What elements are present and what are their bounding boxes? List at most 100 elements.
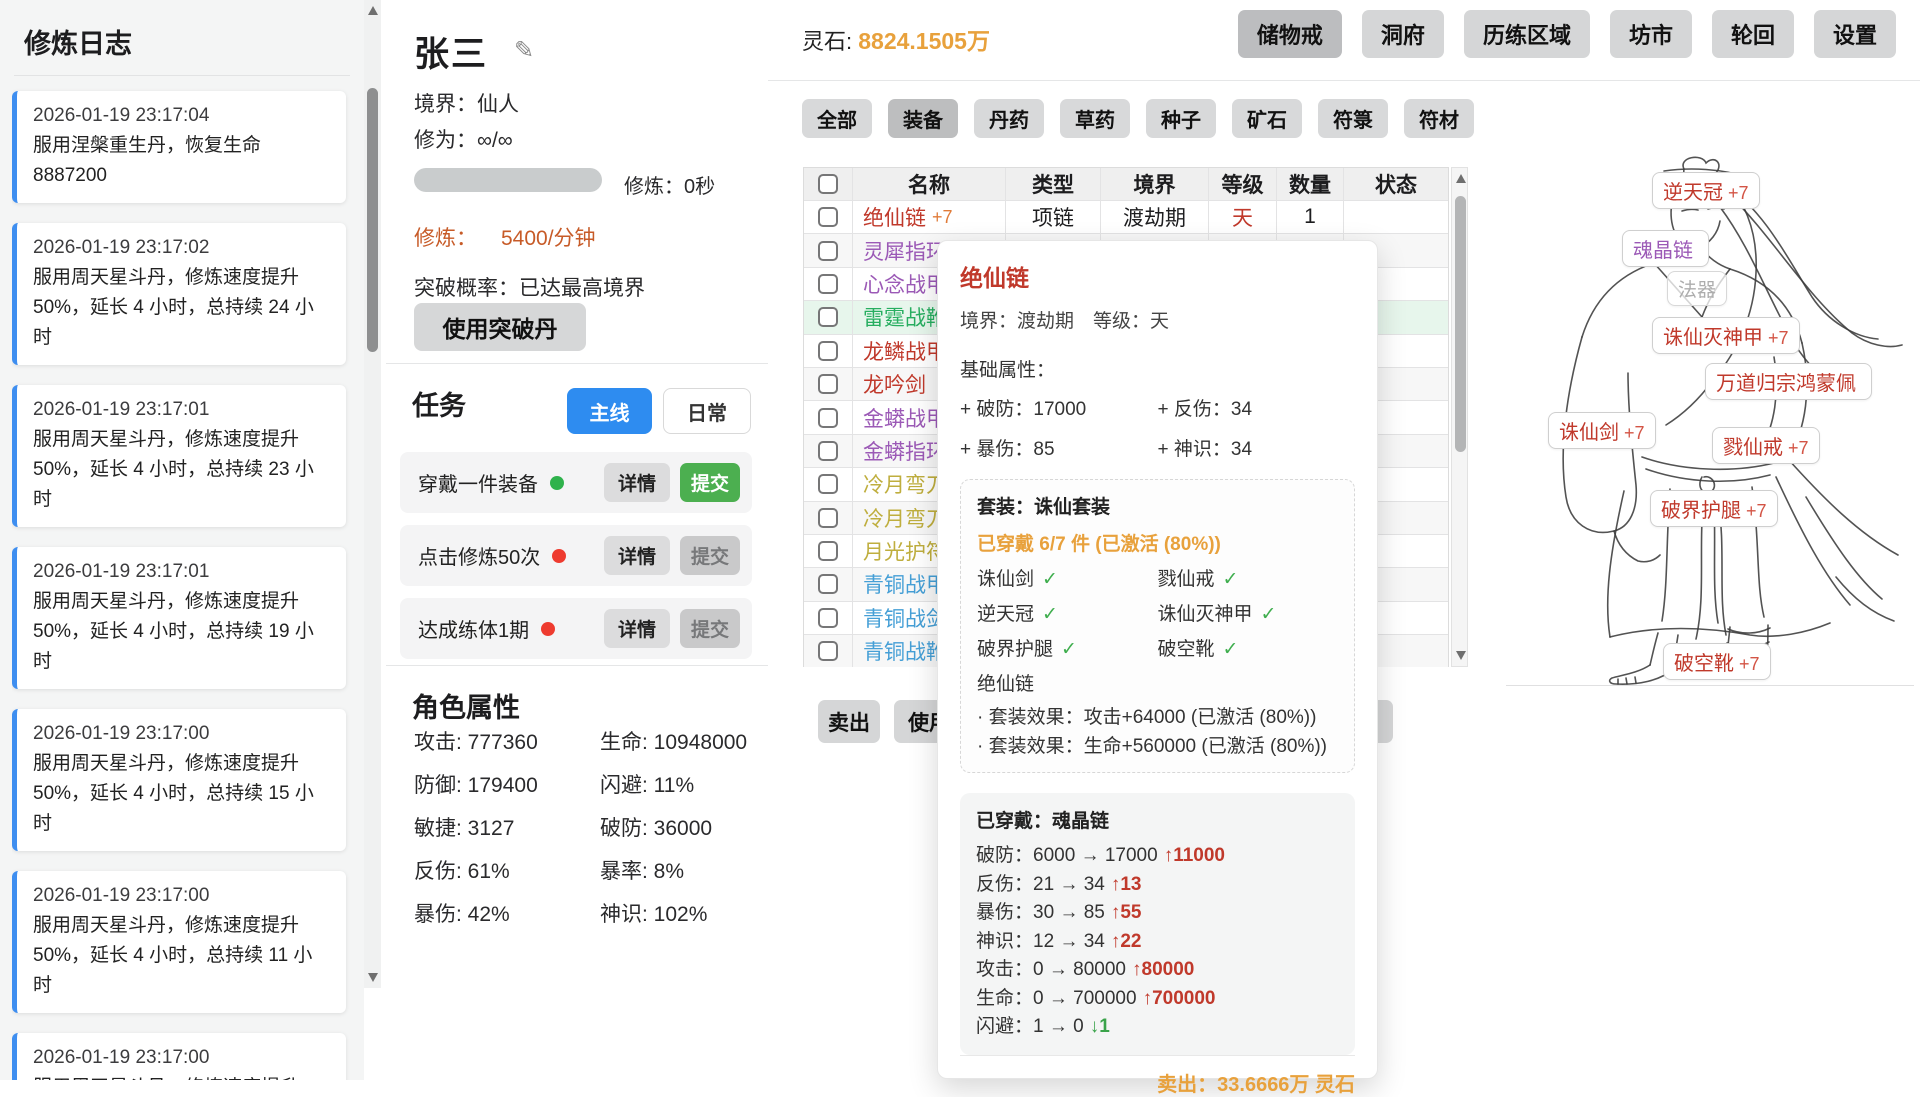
row-checkbox[interactable] [818, 241, 838, 261]
row-checkbox[interactable] [818, 441, 838, 461]
base-stat: + 破防：17000 [960, 394, 1158, 421]
tasks-title: 任务 [412, 384, 466, 423]
filter-talisman-materials[interactable]: 符材 [1404, 99, 1474, 138]
log-scrollbar[interactable] [364, 0, 381, 988]
nav-storage-ring[interactable]: 储物戒 [1238, 10, 1342, 58]
check-icon: ✓ [1042, 569, 1058, 590]
arrow-right-icon: → [1049, 988, 1068, 1009]
arrow-right-icon: → [1081, 845, 1100, 866]
base-stats-label: 基础属性： [960, 355, 1355, 382]
sell-button[interactable]: 卖出 [818, 700, 880, 743]
row-checkbox[interactable] [818, 641, 838, 661]
scroll-down-icon[interactable] [1456, 651, 1466, 660]
equip-slot-ring[interactable]: 戮仙戒+7 [1712, 427, 1820, 464]
tab-main-tasks[interactable]: 主线 [567, 388, 652, 434]
row-checkbox[interactable] [818, 374, 838, 394]
scroll-up-icon[interactable] [1456, 174, 1466, 183]
check-icon: ✓ [1042, 604, 1058, 625]
equip-slot-artifact-empty[interactable]: 法器 [1667, 271, 1727, 306]
row-checkbox[interactable] [818, 608, 838, 628]
arrow-right-icon: → [1059, 902, 1078, 923]
row-checkbox[interactable] [818, 274, 838, 294]
attribute: 暴率: 8% [600, 857, 754, 887]
row-checkbox[interactable] [818, 508, 838, 528]
task-detail-button[interactable]: 详情 [604, 536, 670, 575]
compare-line: 反伤：21 → 34↑13 [976, 871, 1339, 900]
attribute: 反伤: 61% [414, 857, 600, 887]
column-header: 类型 [1006, 168, 1101, 200]
item-name: 心念战甲 [863, 269, 947, 299]
equip-slot-pendant[interactable]: 万道归宗鸿蒙佩 [1705, 363, 1872, 400]
table-scrollbar-thumb[interactable] [1455, 196, 1466, 452]
cultivation-progress-text: 修炼：0秒 [624, 170, 715, 199]
row-checkbox[interactable] [818, 341, 838, 361]
item-name: 灵犀指环 [863, 236, 947, 266]
task-detail-button[interactable]: 详情 [604, 609, 670, 648]
equip-slot-necklace[interactable]: 魂晶链 [1622, 230, 1709, 267]
nav-reincarnation[interactable]: 轮回 [1712, 10, 1794, 58]
task-submit-button[interactable]: 提交 [680, 536, 740, 575]
filter-pills[interactable]: 丹药 [974, 99, 1044, 138]
scroll-down-icon[interactable] [368, 973, 378, 982]
nav-settings[interactable]: 设置 [1814, 10, 1896, 58]
equip-slot-leggings[interactable]: 破界护腿+7 [1650, 490, 1778, 527]
filter-equipment[interactable]: 装备 [888, 99, 958, 138]
filter-ores[interactable]: 矿石 [1232, 99, 1302, 138]
attribute: 防御: 179400 [414, 771, 600, 801]
tab-daily-tasks[interactable]: 日常 [663, 388, 751, 434]
tooltip-sell-value: 卖出：33.6666万 灵石 [960, 1055, 1355, 1097]
equip-slot-helmet[interactable]: 逆天冠+7 [1652, 172, 1760, 209]
equip-label-text: 戮仙戒 [1723, 437, 1783, 459]
filter-talismans[interactable]: 符箓 [1318, 99, 1388, 138]
stat-delta: ↓1 [1090, 1016, 1110, 1037]
log-time: 2026-01-19 23:17:04 [33, 101, 330, 131]
row-checkbox[interactable] [818, 574, 838, 594]
table-row[interactable]: 绝仙链+7 项链 渡劫期 天 1 [804, 200, 1448, 233]
nav-market[interactable]: 坊市 [1610, 10, 1692, 58]
nav-training-area[interactable]: 历练区域 [1464, 10, 1590, 58]
base-stat: + 神识：34 [1158, 434, 1356, 461]
filter-all[interactable]: 全部 [802, 99, 872, 138]
select-all-checkbox[interactable] [818, 174, 838, 194]
use-breakthrough-pill-button[interactable]: 使用突破丹 [414, 303, 586, 351]
equip-label-text: 万道归宗鸿蒙佩 [1716, 373, 1856, 395]
edit-name-icon[interactable]: ✎ [514, 36, 534, 65]
check-icon: ✓ [1223, 569, 1239, 590]
task-submit-button[interactable]: 提交 [680, 609, 740, 648]
set-piece: 绝仙链 [977, 669, 1158, 696]
set-pieces-grid: 诛仙剑✓ 戮仙戒✓ 逆天冠✓ 诛仙灭神甲✓ 破界护腿✓ 破空靴✓ 绝仙链 [977, 564, 1338, 696]
log-text: 服用周天星斗丹，修炼速度提升50%，延长 4 小时，总持续 24 小时 [33, 263, 330, 353]
row-checkbox[interactable] [818, 408, 838, 428]
inventory-filters: 全部 装备 丹药 草药 种子 矿石 符箓 符材 [802, 99, 1474, 138]
base-stat: + 反伤：34 [1158, 394, 1356, 421]
task-detail-button[interactable]: 详情 [604, 463, 670, 502]
nav-cave[interactable]: 洞府 [1362, 10, 1444, 58]
base-stats-grid: + 破防：17000 + 反伤：34 + 暴伤：85 + 神识：34 [960, 394, 1355, 461]
equip-slot-boots[interactable]: 破空靴+7 [1663, 643, 1771, 680]
filter-herbs[interactable]: 草药 [1060, 99, 1130, 138]
row-checkbox[interactable] [818, 307, 838, 327]
column-header: 状态 [1344, 168, 1448, 200]
currency-label: 灵石: [802, 29, 852, 54]
row-checkbox[interactable] [818, 474, 838, 494]
table-scrollbar[interactable] [1451, 167, 1468, 667]
row-checkbox[interactable] [818, 541, 838, 561]
check-icon: ✓ [1061, 639, 1077, 660]
equip-slot-armor[interactable]: 诛仙灭神甲+7 [1652, 317, 1800, 354]
filter-seeds[interactable]: 种子 [1146, 99, 1216, 138]
set-name: 套装：诛仙套装 [977, 492, 1338, 519]
equip-slot-weapon[interactable]: 诛仙剑+7 [1548, 412, 1656, 449]
compare-line: 闪避：1 → 0↓1 [976, 1013, 1339, 1042]
compare-line: 破防：6000 → 17000↑11000 [976, 842, 1339, 871]
column-header: 名称 [853, 168, 1006, 200]
item-type: 项链 [1006, 201, 1101, 233]
stat-delta: ↑11000 [1164, 845, 1225, 866]
row-checkbox[interactable] [818, 207, 838, 227]
log-entry: 2026-01-19 23:17:00 服用周天星斗丹，修炼速度提升50%，延长… [12, 709, 346, 851]
log-scrollbar-thumb[interactable] [367, 88, 378, 352]
scroll-up-icon[interactable] [368, 6, 378, 15]
attribute: 生命: 10948000 [600, 728, 754, 758]
log-time: 2026-01-19 23:17:02 [33, 233, 330, 263]
task-submit-button[interactable]: 提交 [680, 463, 740, 502]
arrow-right-icon: → [1059, 931, 1078, 952]
